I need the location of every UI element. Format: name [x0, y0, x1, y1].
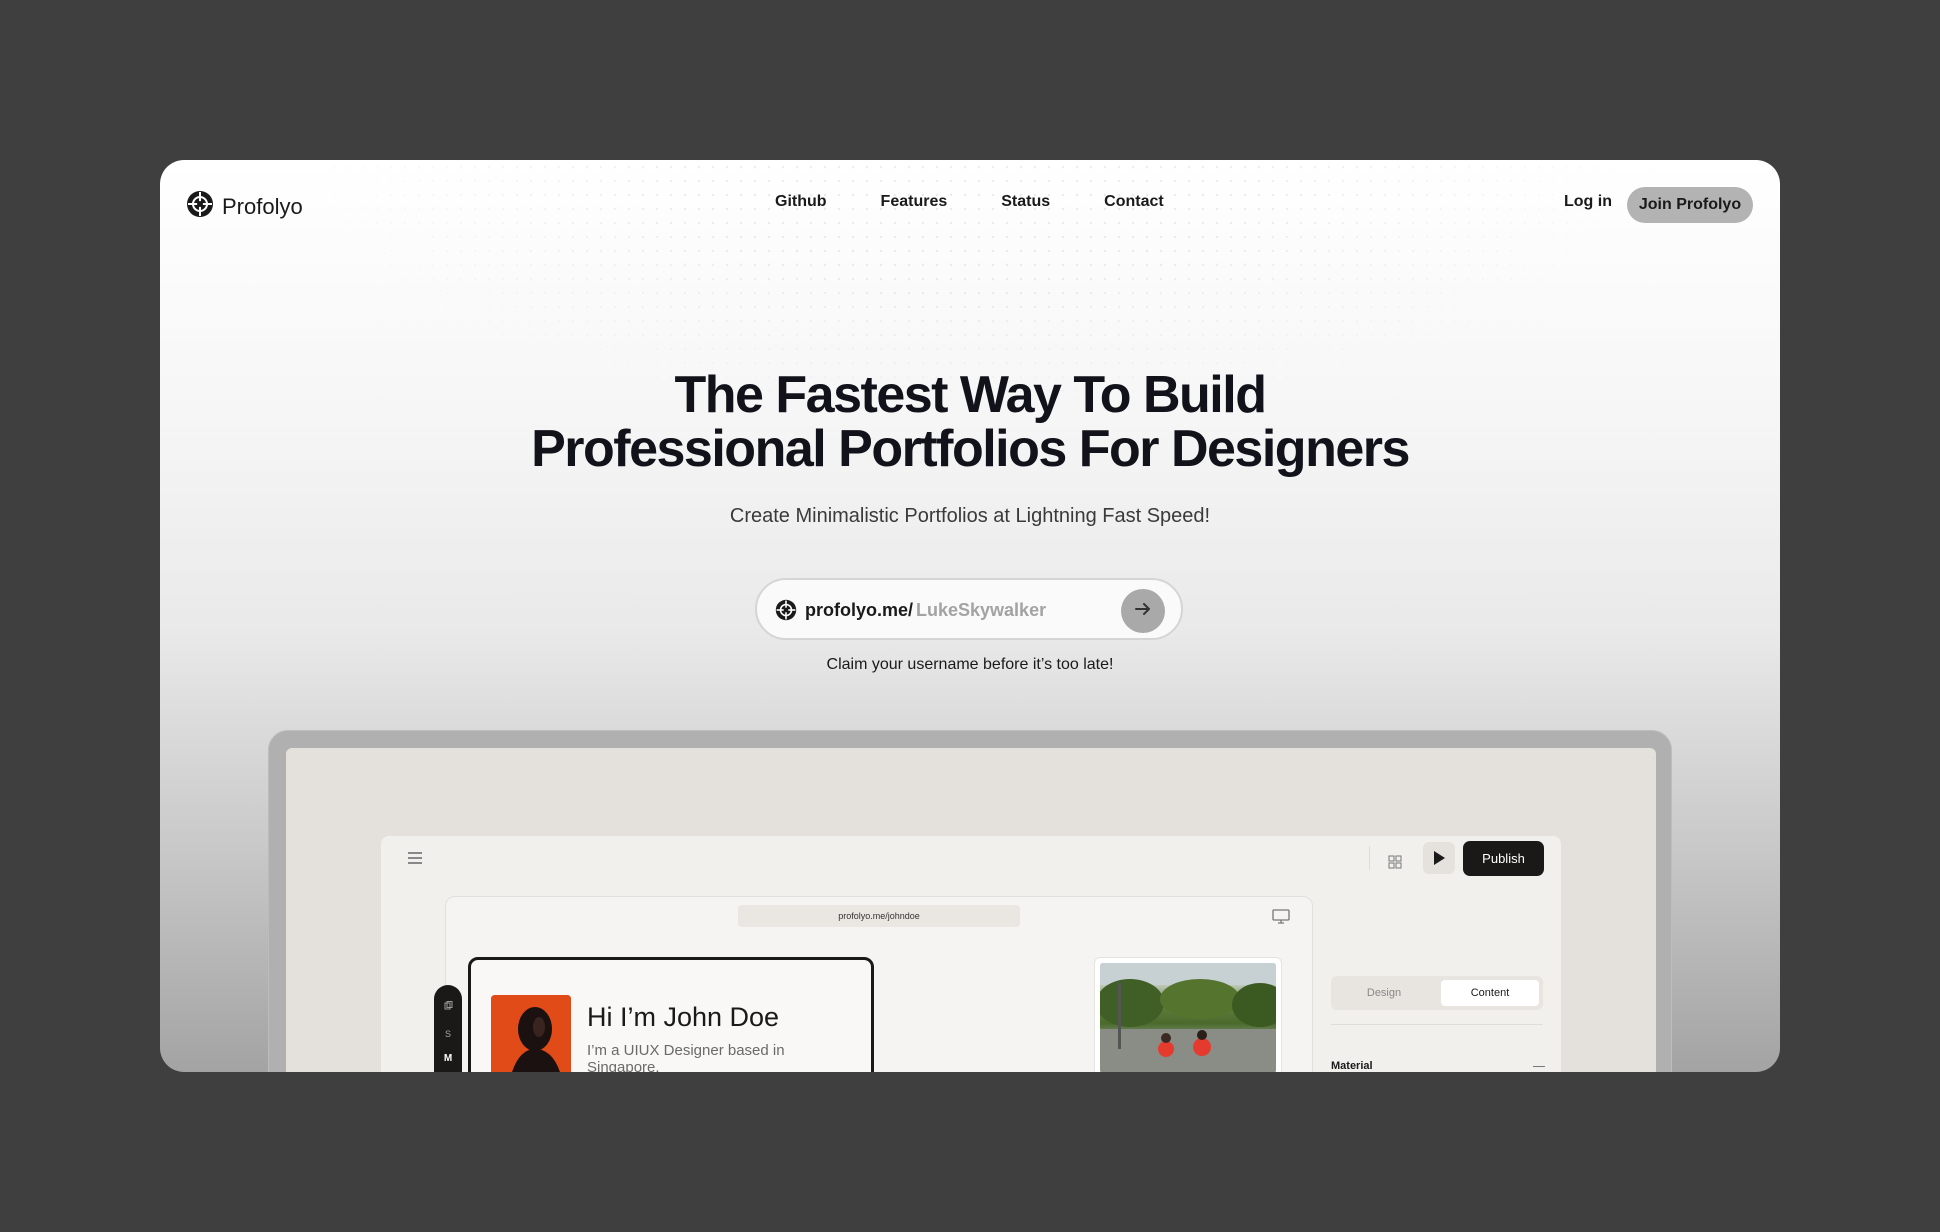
monitor-icon[interactable]	[1272, 909, 1290, 930]
panel-divider	[1331, 1024, 1543, 1025]
hero-subtitle: Create Minimalistic Portfolios at Lightn…	[729, 505, 1211, 527]
park-photo	[1100, 963, 1276, 1072]
preview-url-bar[interactable]: profolyo.me/johndoe	[738, 905, 1020, 927]
profolyo-logo-icon	[775, 599, 797, 626]
profolyo-logo-icon	[186, 190, 214, 223]
size-option-small[interactable]: S	[434, 1029, 462, 1039]
arrow-right-icon	[1133, 599, 1153, 624]
size-switcher: S M	[434, 985, 462, 1072]
brand-name: Profolyo	[222, 193, 303, 219]
portfolio-preview: profolyo.me/johndoe S M Hi I’m John Doe …	[434, 896, 1313, 1072]
username-input[interactable]	[916, 596, 1106, 624]
claim-note: Claim your username before it’s too late…	[826, 656, 1114, 673]
join-button[interactable]: Join Profolyo	[1627, 187, 1753, 223]
nav-link-github[interactable]: Github	[775, 193, 827, 211]
profile-name: Hi I’m John Doe	[587, 1002, 780, 1032]
preview-screen: Publish profolyo.me/johndoe S M Hi I’m J…	[286, 748, 1656, 1072]
brand-logo[interactable]: Profolyo	[186, 190, 303, 223]
hero-title: The Fastest Way To Build Professional Po…	[160, 368, 1780, 476]
avatar	[491, 995, 571, 1072]
hero-title-line-2: Professional Portfolios For Designers	[531, 420, 1410, 478]
tab-design[interactable]: Design	[1335, 980, 1433, 1006]
play-icon[interactable]	[1423, 842, 1455, 874]
editor-app: Publish profolyo.me/johndoe S M Hi I’m J…	[381, 836, 1561, 1072]
material-section-label: Material	[1331, 1060, 1373, 1072]
nav-link-contact[interactable]: Contact	[1104, 193, 1164, 211]
claim-username-box: profolyo.me/	[755, 578, 1183, 640]
profile-card: Hi I’m John Doe I’m a UIUX Designer base…	[468, 957, 874, 1072]
url-prefix: profolyo.me/	[805, 600, 914, 620]
profile-bio: I’m a UIUX Designer based in Singapore.	[587, 1042, 785, 1072]
menu-icon[interactable]	[407, 851, 423, 870]
nav-link-features[interactable]: Features	[881, 193, 948, 211]
nav-links: Github Features Status Contact	[775, 193, 1164, 211]
claim-submit-button[interactable]	[1121, 589, 1165, 633]
toolbar-divider	[1369, 846, 1370, 870]
nav-link-status[interactable]: Status	[1001, 193, 1050, 211]
login-link[interactable]: Log in	[1564, 193, 1612, 211]
layers-icon[interactable]	[434, 1001, 462, 1012]
grid-icon[interactable]	[1381, 848, 1409, 876]
publish-button[interactable]: Publish	[1463, 841, 1544, 876]
landing-window: Profolyo Github Features Status Contact …	[160, 160, 1780, 1072]
size-option-medium[interactable]: M	[434, 1053, 462, 1064]
top-nav: Profolyo Github Features Status Contact …	[160, 160, 1780, 248]
minus-icon[interactable]	[1533, 1066, 1545, 1067]
tab-content[interactable]: Content	[1441, 980, 1539, 1006]
hero-title-line-1: The Fastest Way To Build	[674, 366, 1267, 424]
panel-tabs: Design Content	[1331, 976, 1543, 1010]
photo-card	[1094, 957, 1282, 1072]
